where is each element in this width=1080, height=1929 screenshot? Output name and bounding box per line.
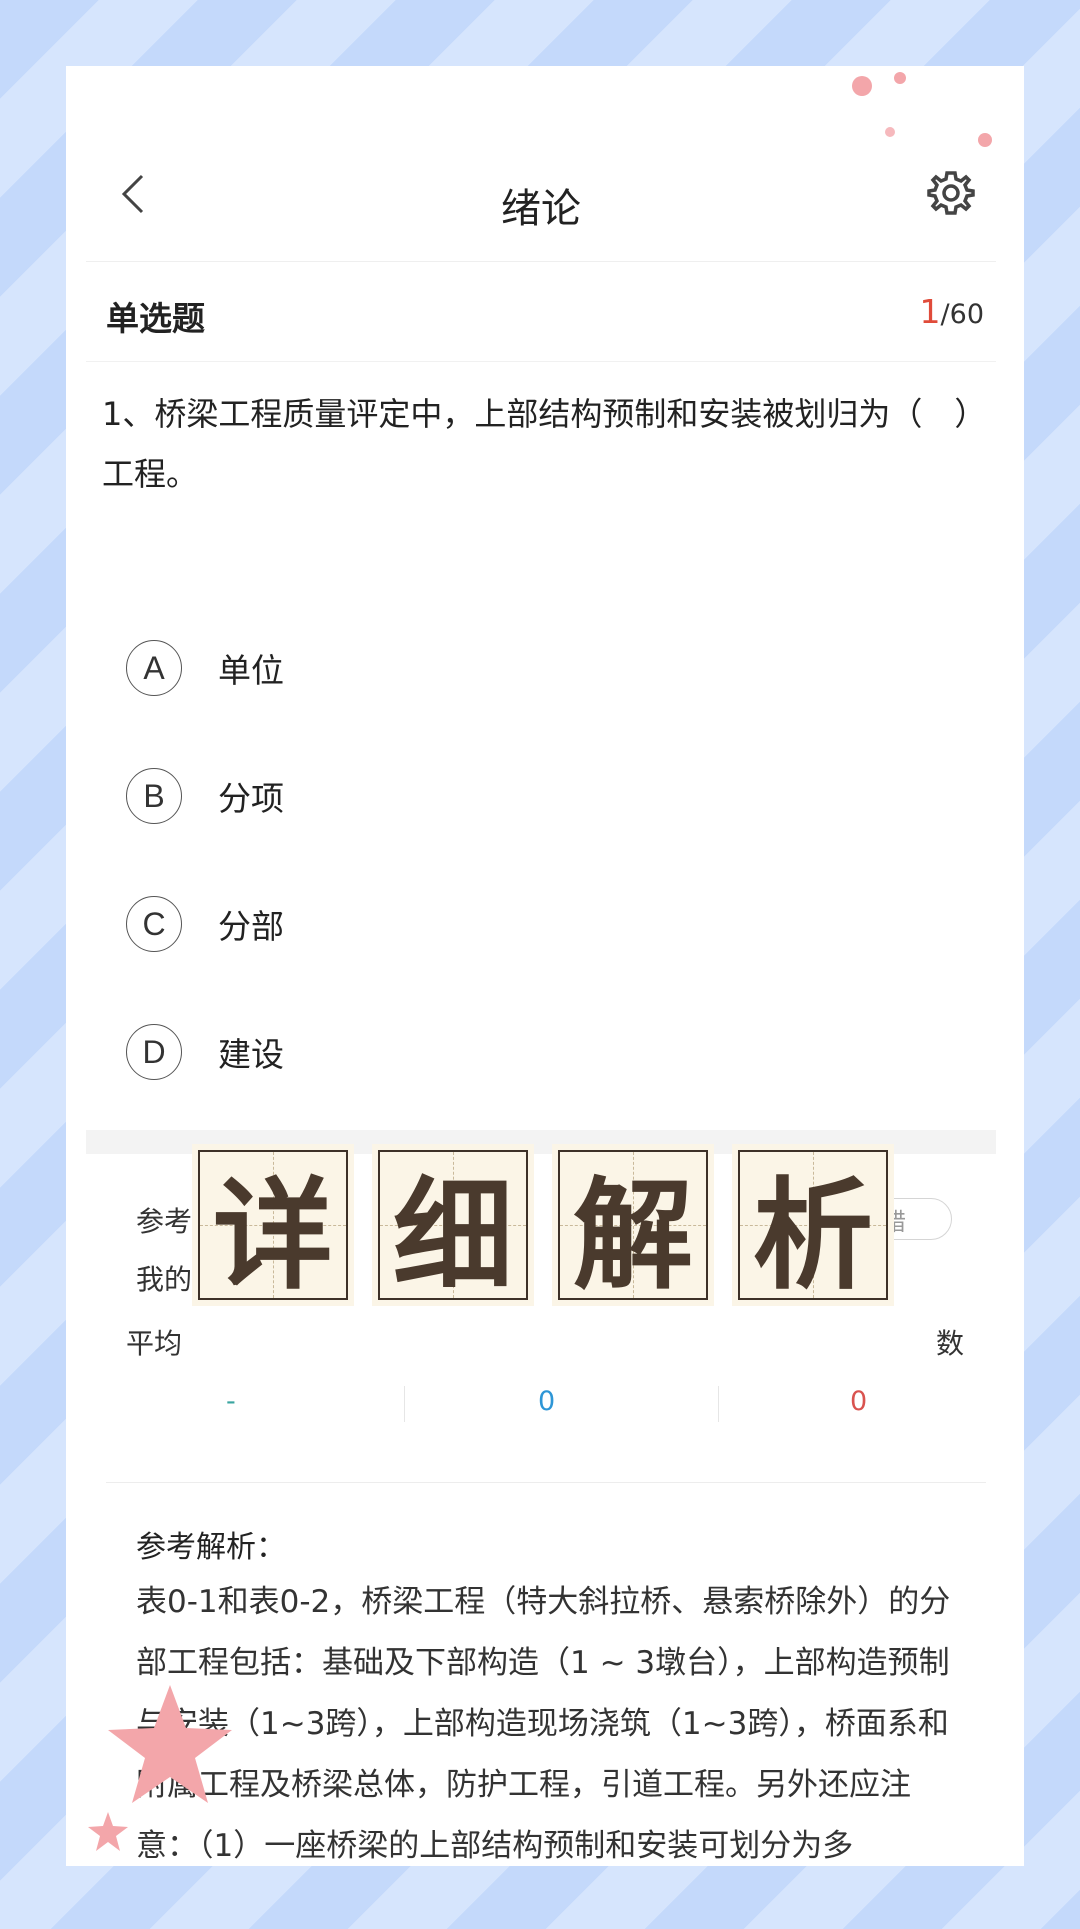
stat-value-count: 0 [850, 1386, 868, 1417]
my-answer-label: 我的 [136, 1263, 193, 1296]
stat-label-count: 数 [936, 1327, 965, 1360]
title-char: 析 [753, 1165, 873, 1306]
content-panel: 绪论 单选题 1/60 1、桥梁工程质量评定中，上部结构预制和安装被划归为（ ）… [86, 66, 996, 1866]
stat-value-average: - [226, 1386, 236, 1417]
question-text: 1、桥梁工程质量评定中，上部结构预制和安装被划归为（ ）工程。 [102, 395, 971, 493]
stats-labels: 平均 数 [106, 1322, 986, 1366]
stats-values: - 0 0 [106, 1386, 986, 1430]
option-b[interactable]: B 分项 [126, 732, 976, 860]
pink-star-icon [108, 1685, 232, 1803]
option-letter: A [126, 640, 182, 696]
title-char: 细 [393, 1165, 513, 1306]
title-tile: 解 [558, 1150, 708, 1306]
question-type: 单选题 [106, 299, 205, 338]
title-char: 详 [213, 1165, 333, 1306]
small-star-icon [88, 1812, 128, 1851]
title-tile: 析 [738, 1150, 888, 1306]
question-type-row: 单选题 1/60 [86, 262, 996, 362]
stat-value-middle: 0 [538, 1386, 556, 1417]
option-text: 分项 [218, 779, 284, 818]
option-d[interactable]: D 建设 [126, 988, 976, 1116]
option-a[interactable]: A 单位 [126, 604, 976, 732]
decorative-dots-icon [852, 72, 1015, 147]
question-progress: 1/60 [920, 292, 984, 331]
title-tile: 细 [378, 1150, 528, 1306]
current-question-number: 1 [919, 292, 941, 331]
analysis-title: 参考解析： [136, 1530, 286, 1565]
options-list: A 单位 B 分项 C 分部 D 建设 [126, 604, 976, 1116]
option-letter: D [126, 1024, 182, 1080]
overlay-title-tiles: 详 细 解 析 [198, 1150, 888, 1310]
analysis-text: 表0-1和表0-2，桥梁工程（特大斜拉桥、悬索桥除外）的分部工程包括：基础及下部… [136, 1584, 951, 1864]
title-tile: 详 [198, 1150, 348, 1306]
title-char: 解 [573, 1165, 693, 1306]
option-letter: C [126, 896, 182, 952]
stat-label-average: 平均 [126, 1327, 183, 1360]
total-questions: /60 [940, 299, 984, 330]
option-c[interactable]: C 分部 [126, 860, 976, 988]
option-text: 单位 [218, 651, 284, 690]
analysis-section: 参考解析： 表0-1和表0-2，桥梁工程（特大斜拉桥、悬索桥除外）的分部工程包括… [136, 1522, 966, 1866]
option-letter: B [126, 768, 182, 824]
phone-card: 绪论 单选题 1/60 1、桥梁工程质量评定中，上部结构预制和安装被划归为（ ）… [66, 66, 1024, 1866]
option-text: 建设 [218, 1035, 284, 1074]
stats-bottom-divider [106, 1482, 986, 1483]
option-text: 分部 [218, 907, 284, 946]
